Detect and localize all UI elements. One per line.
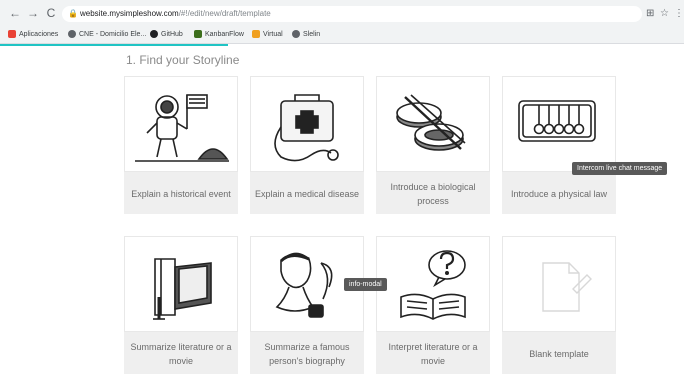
globe-icon [68,30,76,38]
template-card-historical[interactable]: Explain a historical event [124,76,238,214]
card-image [124,76,238,172]
intercom-tooltip: Intercom live chat message [572,162,668,175]
card-label: Explain a medical disease [254,189,360,199]
medical-kit-icon [274,94,339,162]
info-modal-tooltip: info-modal [344,278,387,291]
bookmark-virtual[interactable]: Virtual [252,28,283,40]
template-card-physical[interactable]: Introduce a physical law [502,76,616,214]
card-image [376,236,490,332]
forward-icon[interactable]: → [26,6,40,20]
url-text: website.mysimpleshow.com/#!/edit/new/dra… [80,9,271,18]
browser-chrome: ← → C 🔒 website.mysimpleshow.com/#!/edit… [0,0,684,44]
bookmark-slelin[interactable]: Slelin [292,28,320,40]
back-icon[interactable]: ← [8,6,22,20]
apps-icon [8,30,16,38]
globe-icon [292,30,300,38]
card-label: Explain a historical event [131,189,231,199]
template-card-biography[interactable]: Summarize a famous person's biography [250,236,364,374]
bookmarks-bar: Aplicaciones CNE - Domicilio Ele... GitH… [0,26,684,42]
card-label: Summarize literature or a movie [130,342,232,366]
book-question-icon [400,250,466,320]
blank-page-icon [542,262,592,312]
card-label: Introduce a biological process [390,182,476,206]
card-image [502,76,616,172]
template-card-interpret[interactable]: Interpret literature or a movie [376,236,490,374]
card-label: Summarize a famous person's biography [264,342,350,366]
menu-icon[interactable]: ⋮ [674,8,684,19]
lock-icon: 🔒 [68,9,78,18]
bookmark-github[interactable]: GitHub [150,28,183,40]
bookmark-cne[interactable]: CNE - Domicilio Ele... [68,28,146,40]
template-card-blank[interactable]: Blank template [502,236,616,374]
star-icon[interactable]: ☆ [660,8,669,19]
card-image [250,76,364,172]
petri-dish-icon [396,94,466,151]
storyline-page: 1. Find your Storyline Explain a histori… [0,46,684,374]
newtons-cradle-icon [518,100,596,142]
card-image [124,236,238,332]
kanbanflow-icon [194,30,202,38]
translate-icon[interactable]: ⊞ [646,8,654,19]
card-label: Blank template [529,349,589,359]
github-icon [150,30,158,38]
address-bar[interactable]: 🔒 website.mysimpleshow.com/#!/edit/new/d… [62,6,642,22]
browser-toolbar: ← → C 🔒 website.mysimpleshow.com/#!/edit… [0,4,684,24]
card-label: Interpret literature or a movie [388,342,478,366]
bookmark-aplicaciones[interactable]: Aplicaciones [8,28,58,40]
card-image [376,76,490,172]
template-card-literature[interactable]: Summarize literature or a movie [124,236,238,374]
section-title: 1. Find your Storyline [126,53,240,67]
card-image [502,236,616,332]
bookmark-kanbanflow[interactable]: KanbanFlow [194,28,244,40]
template-card-medical[interactable]: Explain a medical disease [250,76,364,214]
astronaut-icon [135,94,229,162]
template-card-biological[interactable]: Introduce a biological process [376,76,490,214]
reload-icon[interactable]: C [44,6,58,20]
book-clamp-icon [153,258,212,320]
card-label: Introduce a physical law [510,189,608,199]
folder-icon [252,30,260,38]
